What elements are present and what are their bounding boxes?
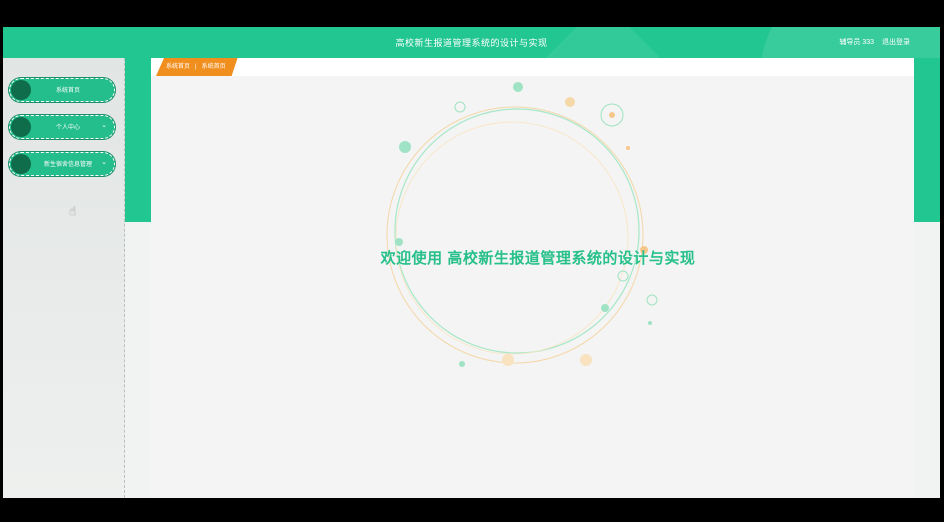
breadcrumb-item-home[interactable]: 系统首页	[166, 64, 190, 70]
breadcrumb-bar: 系统首页 | 系统首页	[151, 58, 914, 76]
header-bar: 高校新生报道管理系统的设计与实现 辅导员 333 退出登录	[3, 27, 940, 187]
breadcrumb: 系统首页 | 系统首页	[156, 58, 238, 76]
menu-dot-icon	[11, 117, 31, 137]
welcome-message: 欢迎使用 高校新生报道管理系统的设计与实现	[380, 250, 696, 267]
sidebar-item-label: 个人中心	[55, 125, 80, 131]
sidebar: 系统首页 个人中心 ⌄ 新生宿舍信息管理 ⌄ ☝	[3, 58, 125, 498]
chevron-down-icon: ⌄	[101, 159, 107, 166]
breadcrumb-separator: |	[195, 64, 197, 70]
app-window: 高校新生报道管理系统的设计与实现 辅导员 333 退出登录 系统首页 个人中心 …	[3, 27, 940, 498]
sidebar-item-dorm-management[interactable]: 新生宿舍信息管理 ⌄	[9, 152, 115, 176]
breadcrumb-item-current: 系统首页	[201, 64, 226, 70]
welcome-decoration	[386, 82, 658, 367]
chevron-down-icon: ⌄	[101, 122, 107, 129]
mouse-cursor-icon: ☝	[69, 204, 77, 218]
logout-link[interactable]: 退出登录	[882, 39, 910, 46]
sidebar-item-label: 系统首页	[55, 88, 80, 94]
menu-dot-icon	[11, 80, 31, 100]
sidebar-item-label: 新生宿舍信息管理	[43, 162, 92, 168]
user-name: 辅导员 333	[839, 39, 875, 46]
app-title: 高校新生报道管理系统的设计与实现	[395, 38, 548, 48]
user-info: 辅导员 333 退出登录	[833, 37, 910, 47]
menu-dot-icon	[11, 154, 31, 174]
sidebar-item-home[interactable]: 系统首页	[9, 78, 115, 102]
sidebar-item-personal-center[interactable]: 个人中心 ⌄	[9, 115, 115, 139]
